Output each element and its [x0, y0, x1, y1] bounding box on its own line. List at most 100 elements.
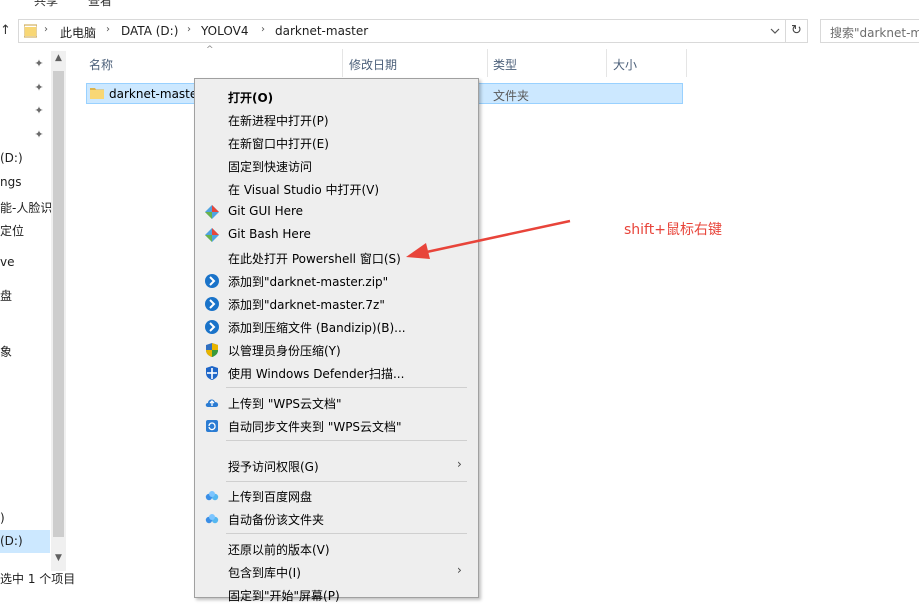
breadcrumb-separator[interactable]: ›	[106, 24, 110, 35]
git-bash-icon	[205, 228, 219, 242]
tab-view[interactable]: 查看	[88, 0, 112, 9]
menu-item-baidu-upload[interactable]: 上传到百度网盘	[195, 484, 478, 507]
menu-item-add-7z[interactable]: 添加到"darknet-master.7z"	[195, 292, 478, 315]
menu-item-grant-access[interactable]: 授予访问权限(G) ›	[195, 454, 478, 477]
wps-cloud-upload-icon	[205, 399, 219, 407]
nav-item[interactable]: 能-人脸识	[0, 199, 52, 216]
file-row-type: 文件夹	[493, 89, 530, 103]
breadcrumb-separator[interactable]: ›	[44, 24, 48, 35]
bandizip-icon	[205, 274, 219, 288]
pin-icon[interactable]: ✦	[33, 82, 45, 94]
menu-item-admin-compress[interactable]: 以管理员身份压缩(Y)	[195, 338, 478, 361]
menu-item-label: 授予访问权限(G)	[228, 460, 319, 474]
search-input[interactable]: 搜索"darknet-m	[820, 19, 919, 43]
menu-item-label: 在新窗口中打开(E)	[228, 137, 329, 151]
menu-separator	[226, 387, 467, 388]
menu-item-open[interactable]: 打开(O)	[195, 85, 478, 108]
nav-item[interactable]: (D:)	[0, 151, 23, 165]
up-arrow-icon[interactable]: ↑	[0, 24, 12, 38]
menu-item-label: 打开(O)	[228, 91, 274, 105]
menu-item-label: 在新进程中打开(P)	[228, 114, 329, 128]
menu-item-label: 在此处打开 Powershell 窗口(S)	[228, 252, 401, 266]
nav-scrollbar[interactable]: ▲ ▼	[51, 51, 66, 571]
menu-item-open-visual-studio[interactable]: 在 Visual Studio 中打开(V)	[195, 177, 478, 200]
breadcrumb-this-pc[interactable]: 此电脑	[60, 24, 96, 41]
git-gui-icon	[205, 205, 219, 219]
menu-item-wps-sync[interactable]: 自动同步文件夹到 "WPS云文档"	[195, 414, 478, 437]
menu-item-label: 以管理员身份压缩(Y)	[228, 344, 341, 358]
breadcrumb-yolov4[interactable]: YOLOV4	[201, 24, 248, 38]
menu-item-defender-scan[interactable]: 使用 Windows Defender扫描...	[195, 361, 478, 384]
scroll-down-icon[interactable]: ▼	[51, 551, 66, 565]
tab-share[interactable]: 共享	[34, 0, 58, 9]
breadcrumb-separator[interactable]: ›	[261, 24, 265, 35]
breadcrumb-darknet[interactable]: darknet-master	[275, 24, 368, 38]
pin-icon[interactable]: ✦	[33, 58, 45, 70]
menu-item-add-bandizip[interactable]: 添加到压缩文件 (Bandizip)(B)...	[195, 315, 478, 338]
menu-item-label: 上传到 "WPS云文档"	[228, 397, 342, 411]
menu-item-pin-quick-access[interactable]: 固定到快速访问	[195, 154, 478, 177]
chevron-down-icon	[770, 28, 780, 34]
menu-item-wps-upload[interactable]: 上传到 "WPS云文档"	[195, 391, 478, 414]
column-divider[interactable]	[342, 49, 343, 77]
menu-item-open-new-process[interactable]: 在新进程中打开(P)	[195, 108, 478, 131]
menu-item-label: 添加到"darknet-master.zip"	[228, 275, 389, 289]
menu-item-label: Git Bash Here	[228, 227, 311, 241]
ribbon-tabs: 共享 查看	[0, 0, 919, 14]
menu-item-add-zip[interactable]: 添加到"darknet-master.zip"	[195, 269, 478, 292]
menu-item-include-library[interactable]: 包含到库中(I) ›	[195, 560, 478, 583]
menu-item-restore-versions[interactable]: 还原以前的版本(V)	[195, 537, 478, 560]
address-row: ↑ › 此电脑 › DATA (D:) › YOLOV4 › darknet-m…	[0, 16, 919, 46]
annotation-text: shift+鼠标右键	[624, 222, 722, 238]
nav-item[interactable]: )	[0, 511, 5, 525]
menu-item-label: 固定到"开始"屏幕(P)	[228, 589, 340, 603]
nav-item[interactable]: ve	[0, 255, 14, 269]
context-menu: 打开(O) 在新进程中打开(P) 在新窗口中打开(E) 固定到快速访问 在 Vi…	[194, 78, 479, 603]
annotation-arrow-icon	[406, 219, 571, 259]
menu-separator	[226, 481, 467, 482]
menu-item-label: 上传到百度网盘	[228, 490, 313, 504]
baidu-netdisk-icon	[205, 491, 219, 501]
folder-icon	[90, 88, 104, 99]
sort-up-icon: ^	[206, 45, 214, 55]
column-header-name[interactable]: 名称	[89, 56, 113, 73]
baidu-netdisk-icon	[205, 514, 219, 524]
menu-item-pin-start[interactable]: 固定到"开始"屏幕(P)	[195, 583, 478, 606]
defender-icon	[206, 366, 218, 380]
column-header-type[interactable]: 类型	[493, 56, 517, 73]
nav-item[interactable]: 象	[0, 343, 12, 360]
menu-item-label: 添加到"darknet-master.7z"	[228, 298, 385, 312]
column-divider[interactable]	[686, 49, 687, 77]
column-divider[interactable]	[487, 49, 488, 77]
pin-icon[interactable]: ✦	[33, 105, 45, 117]
wps-sync-icon	[206, 420, 218, 432]
nav-item[interactable]: ngs	[0, 175, 21, 189]
nav-item[interactable]: 盘	[0, 287, 12, 304]
menu-item-auto-backup[interactable]: 自动备份该文件夹	[195, 507, 478, 530]
menu-item-label: 添加到压缩文件 (Bandizip)(B)...	[228, 321, 406, 335]
pin-icon[interactable]: ✦	[33, 129, 45, 141]
refresh-icon: ↻	[791, 23, 802, 38]
refresh-button[interactable]: ↻	[786, 19, 808, 43]
file-row-name[interactable]: darknet-master	[109, 87, 202, 101]
address-bar[interactable]: › 此电脑 › DATA (D:) › YOLOV4 › darknet-mas…	[18, 19, 786, 43]
nav-item[interactable]: 定位	[0, 222, 24, 239]
breadcrumb-separator[interactable]: ›	[187, 24, 191, 35]
chevron-right-icon: ›	[457, 563, 462, 577]
status-bar-text: 选中 1 个项目	[0, 572, 76, 586]
column-header-size[interactable]: 大小	[613, 56, 637, 73]
menu-separator	[226, 440, 467, 441]
chevron-right-icon: ›	[457, 457, 462, 471]
menu-item-label: 使用 Windows Defender扫描...	[228, 367, 405, 381]
scrollbar-thumb[interactable]	[53, 71, 64, 537]
menu-item-open-new-window[interactable]: 在新窗口中打开(E)	[195, 131, 478, 154]
scroll-up-icon[interactable]: ▲	[51, 51, 66, 65]
menu-item-label: 在 Visual Studio 中打开(V)	[228, 183, 380, 197]
address-dropdown-button[interactable]	[765, 20, 785, 42]
column-header-modified[interactable]: 修改日期	[349, 56, 397, 73]
column-divider[interactable]	[606, 49, 607, 77]
menu-item-label: 还原以前的版本(V)	[228, 543, 330, 557]
nav-item-selected[interactable]: (D:)	[0, 530, 50, 553]
menu-item-label: Git GUI Here	[228, 204, 304, 218]
breadcrumb-drive[interactable]: DATA (D:)	[121, 24, 178, 38]
